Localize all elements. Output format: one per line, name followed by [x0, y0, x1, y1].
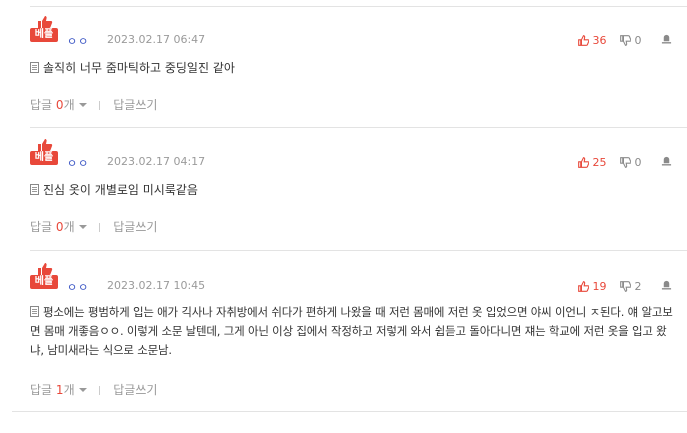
reply-bar: 답글 1개 답글쓰기	[30, 381, 157, 398]
divider	[99, 101, 101, 110]
upvote-button[interactable]: 19	[578, 280, 607, 293]
best-badge: 베플	[30, 263, 58, 289]
thumbs-down-icon	[620, 280, 632, 292]
thumbs-up-icon	[38, 139, 53, 151]
thumbs-up-icon	[578, 156, 590, 168]
write-reply-button[interactable]: 답글쓰기	[113, 98, 157, 112]
alarm-icon	[661, 280, 672, 290]
chevron-down-icon	[78, 388, 87, 392]
comment-item: 베플 ㅇㅇ 2023.02.17 04:17 25 0 진심 옷이 개별로임 미…	[30, 128, 687, 251]
upvote-button[interactable]: 25	[578, 156, 607, 169]
vote-bar: 19 2	[568, 279, 672, 293]
best-label: 베플	[30, 28, 58, 42]
reply-count: 0	[55, 98, 64, 112]
report-button[interactable]	[661, 155, 672, 169]
document-icon	[30, 62, 39, 73]
divider	[12, 411, 687, 412]
document-icon	[30, 306, 39, 317]
best-comment-list: 베플 ㅇㅇ 2023.02.17 06:47 36 0 솔직히 너무 줌마틱하고…	[12, 0, 687, 412]
comment-text: 진심 옷이 개별로임 미시룩같음	[30, 181, 673, 200]
downvote-button[interactable]: 0	[620, 156, 642, 169]
comment-author[interactable]: ㅇㅇ	[67, 279, 89, 295]
divider	[99, 386, 101, 395]
alarm-icon	[661, 34, 672, 44]
comment-date: 2023.02.17 10:45	[107, 279, 206, 292]
write-reply-button[interactable]: 답글쓰기	[113, 220, 157, 234]
downvote-count: 0	[634, 33, 642, 47]
best-badge: 베플	[30, 139, 58, 165]
report-button[interactable]	[661, 33, 672, 47]
reply-toggle[interactable]: 답글 0개	[30, 220, 87, 234]
thumbs-up-icon	[578, 280, 590, 292]
reply-bar: 답글 0개 답글쓰기	[30, 218, 157, 235]
thumbs-down-icon	[620, 156, 632, 168]
comment-date: 2023.02.17 04:17	[107, 155, 206, 168]
comment-text: 솔직히 너무 줌마틱하고 중딩일진 같아	[30, 59, 673, 78]
reply-toggle[interactable]: 답글 1개	[30, 383, 87, 397]
comment-date: 2023.02.17 06:47	[107, 33, 206, 46]
chevron-down-icon	[78, 103, 87, 107]
upvote-count: 19	[592, 279, 607, 293]
report-button[interactable]	[661, 279, 672, 293]
upvote-count: 25	[592, 155, 607, 169]
alarm-icon	[661, 156, 672, 166]
comment-item: 베플 ㅇㅇ 2023.02.17 06:47 36 0 솔직히 너무 줌마틱하고…	[30, 7, 687, 128]
comment-item: 베플 ㅇㅇ 2023.02.17 10:45 19 2 평소에는 평범하게 입는…	[30, 251, 687, 412]
downvote-count: 0	[634, 155, 642, 169]
vote-bar: 36 0	[568, 33, 672, 47]
chevron-down-icon	[78, 225, 87, 229]
reply-toggle[interactable]: 답글 0개	[30, 98, 87, 112]
downvote-count: 2	[634, 279, 642, 293]
downvote-button[interactable]: 0	[620, 34, 642, 47]
best-label: 베플	[30, 275, 58, 289]
best-label: 베플	[30, 151, 58, 165]
thumbs-up-icon	[38, 16, 53, 28]
comment-author[interactable]: ㅇㅇ	[67, 155, 89, 171]
upvote-button[interactable]: 36	[578, 34, 607, 47]
divider	[99, 223, 101, 232]
thumbs-down-icon	[620, 34, 632, 46]
reply-count: 0	[55, 220, 64, 234]
vote-bar: 25 0	[568, 155, 672, 169]
document-icon	[30, 184, 39, 195]
write-reply-button[interactable]: 답글쓰기	[113, 383, 157, 397]
thumbs-up-icon	[38, 263, 53, 275]
thumbs-up-icon	[578, 34, 590, 46]
comment-text: 평소에는 평범하게 입는 애가 긱사나 자취방에서 쉬다가 편하게 나왔을 때 …	[30, 305, 673, 357]
reply-bar: 답글 0개 답글쓰기	[30, 96, 157, 113]
best-badge: 베플	[30, 16, 58, 42]
downvote-button[interactable]: 2	[620, 280, 642, 293]
reply-count: 1	[55, 383, 64, 397]
comment-author[interactable]: ㅇㅇ	[67, 33, 89, 49]
upvote-count: 36	[592, 33, 607, 47]
